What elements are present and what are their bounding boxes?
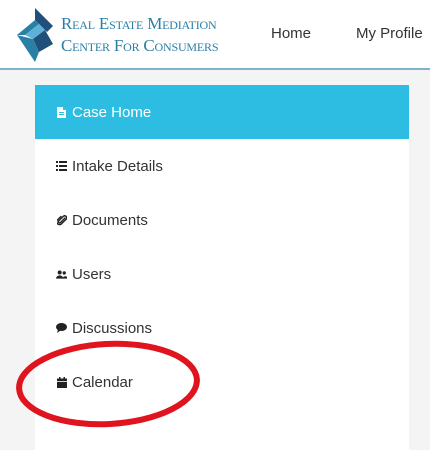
calendar-icon bbox=[56, 376, 67, 388]
users-icon bbox=[56, 269, 67, 280]
logo-icon[interactable] bbox=[17, 8, 53, 62]
sidebar-item-label: Documents bbox=[72, 211, 148, 229]
list-icon bbox=[56, 161, 67, 172]
sidebar-item-users[interactable]: Users bbox=[35, 247, 409, 301]
sidebar-item-intake-details[interactable]: Intake Details bbox=[35, 139, 409, 193]
top-header: Real Estate Mediation Center For Consume… bbox=[0, 0, 430, 70]
sidebar-item-label: Users bbox=[72, 265, 112, 283]
nav-my-profile-link[interactable]: My Profile bbox=[356, 25, 423, 42]
sidebar-item-label: Calendar bbox=[72, 373, 133, 391]
nav-home-link[interactable]: Home bbox=[271, 25, 311, 42]
brand-line-2: Center For Consumers bbox=[61, 36, 219, 55]
sidebar-item-documents[interactable]: Documents bbox=[35, 193, 409, 247]
sidebar-item-discussions[interactable]: Discussions bbox=[35, 301, 409, 355]
brand-name[interactable]: Real Estate Mediation Center For Consume… bbox=[61, 13, 219, 57]
sidebar-item-label: Intake Details bbox=[72, 157, 163, 175]
main-content: Case Home Intake Details Documents Users… bbox=[0, 70, 430, 450]
sidebar-item-calendar[interactable]: Calendar bbox=[35, 355, 409, 409]
paperclip-icon bbox=[56, 214, 67, 226]
page: Real Estate Mediation Center For Consume… bbox=[0, 0, 430, 450]
chat-bubble-icon bbox=[56, 323, 67, 334]
sidebar-item-label: Discussions bbox=[72, 319, 153, 337]
case-sidebar: Case Home Intake Details Documents Users… bbox=[35, 85, 409, 450]
sidebar-item-case-home[interactable]: Case Home bbox=[35, 85, 409, 139]
document-icon bbox=[56, 106, 67, 118]
brand-line-1: Real Estate Mediation bbox=[61, 14, 217, 33]
sidebar-item-label: Case Home bbox=[72, 103, 152, 121]
